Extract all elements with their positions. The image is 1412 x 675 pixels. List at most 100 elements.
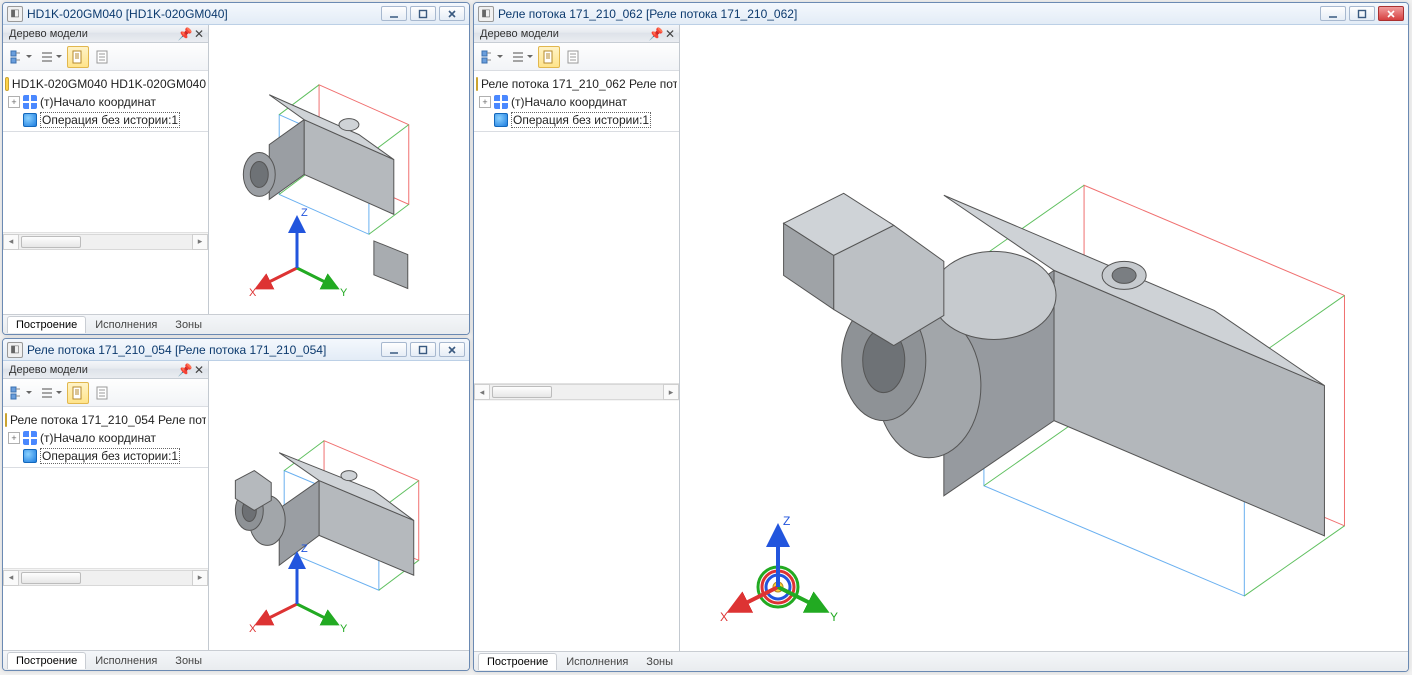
body-icon [494,113,508,127]
tree-root[interactable]: Реле потока 171_210_054 Реле потока 171_… [5,411,206,429]
tool-doc-icon[interactable] [67,382,89,404]
tab-executions[interactable]: Исполнения [86,652,166,669]
tree-area: Реле потока 171_210_062 Реле потока 171_… [474,71,679,132]
axis-z-label: Z [301,207,308,219]
tab-executions[interactable]: Исполнения [86,316,166,333]
tool-tree-icon[interactable] [7,46,35,68]
mdi-window-2: ◧ Реле потока 171_210_054 [Реле потока 1… [2,338,470,671]
tool-sheet-icon[interactable] [562,46,584,68]
tool-doc-icon[interactable] [538,46,560,68]
pin-icon[interactable]: 📌 [649,27,663,41]
tab-build[interactable]: Построение [478,653,557,670]
titlebar[interactable]: ◧ Реле потока 171_210_062 [Реле потока 1… [474,3,1408,25]
svg-text:Y: Y [340,623,348,635]
scroll-right-icon[interactable]: ▸ [192,570,208,586]
scroll-thumb[interactable] [21,236,81,248]
maximize-button[interactable] [410,342,436,357]
expand-icon[interactable]: + [8,432,20,444]
tree-body[interactable]: Операция без истории:1 [476,111,677,129]
axis-gizmo[interactable]: X Y Z [237,524,357,644]
tab-zones[interactable]: Зоны [637,653,682,670]
maximize-button[interactable] [1349,6,1375,21]
panel-title: Дерево модели [480,28,649,40]
origin-icon [494,95,508,109]
window-controls [1320,6,1404,21]
bottom-tabs: Построение Исполнения Зоны [3,650,469,670]
tab-build[interactable]: Построение [7,652,86,669]
window-title: Реле потока 171_210_062 [Реле потока 171… [498,7,1320,21]
tree-origin[interactable]: +(т)Начало координат [476,93,677,111]
minimize-button[interactable] [1320,6,1346,21]
tree-toolbar [3,43,208,71]
tool-tree-icon[interactable] [478,46,506,68]
scroll-thumb[interactable] [492,386,552,398]
scroll-left-icon[interactable]: ◂ [3,570,19,586]
expand-icon[interactable]: + [8,96,20,108]
tree-body[interactable]: Операция без истории:1 [5,111,206,129]
part-icon [5,413,7,427]
part-icon [5,77,9,91]
tool-sheet-icon[interactable] [91,382,113,404]
pin-icon[interactable]: 📌 [178,27,192,41]
pin-icon[interactable]: 📌 [178,363,192,377]
tree-origin[interactable]: +(т)Начало координат [5,93,206,111]
side-blank [3,586,208,650]
scroll-right-icon[interactable]: ▸ [663,384,679,400]
scroll-left-icon[interactable]: ◂ [3,234,19,250]
tool-doc-icon[interactable] [67,46,89,68]
tool-list-icon[interactable] [37,46,65,68]
scroll-thumb[interactable] [21,572,81,584]
maximize-button[interactable] [410,6,436,21]
tree-area: HD1K-020GM040 HD1K-020GM040 +(т)Начало к… [3,71,208,132]
tree-origin[interactable]: +(т)Начало координат [5,429,206,447]
tool-sheet-icon[interactable] [91,46,113,68]
bottom-tabs: Построение Исполнения Зоны [474,651,1408,671]
tool-tree-icon[interactable] [7,382,35,404]
side-blank [3,250,208,314]
tool-list-icon[interactable] [508,46,536,68]
origin-icon [23,431,37,445]
tree-toolbar [3,379,208,407]
titlebar[interactable]: ◧ HD1K-020GM040 [HD1K-020GM040] [3,3,469,25]
tree-hscroll[interactable]: ◂ ▸ [3,232,208,250]
titlebar[interactable]: ◧ Реле потока 171_210_054 [Реле потока 1… [3,339,469,361]
tree-root[interactable]: Реле потока 171_210_062 Реле потока 171_… [476,75,677,93]
tab-zones[interactable]: Зоны [166,652,211,669]
scroll-right-icon[interactable]: ▸ [192,234,208,250]
panel-title: Дерево модели [9,28,178,40]
expand-icon[interactable]: + [479,96,491,108]
tool-list-icon[interactable] [37,382,65,404]
tree-hscroll[interactable]: ◂ ▸ [3,568,208,586]
minimize-button[interactable] [381,6,407,21]
close-button[interactable] [439,342,465,357]
axis-gizmo[interactable]: X Y Z [708,495,848,635]
tree-body[interactable]: Операция без истории:1 [5,447,206,465]
viewport-3d[interactable]: X Y Z [209,361,469,650]
panel-close-icon[interactable]: ✕ [192,27,206,41]
tab-build[interactable]: Построение [7,316,86,333]
viewport-3d[interactable]: X Y Z [680,25,1408,651]
tab-executions[interactable]: Исполнения [557,653,637,670]
window-controls [381,342,465,357]
side-blank [474,401,679,652]
svg-text:Z: Z [301,543,308,555]
tree-hscroll[interactable]: ◂ ▸ [474,383,679,401]
tree-root[interactable]: HD1K-020GM040 HD1K-020GM040 [5,75,206,93]
close-button[interactable] [1378,6,1404,21]
svg-text:X: X [249,623,257,635]
scroll-left-icon[interactable]: ◂ [474,384,490,400]
model-tree-panel: Дерево модели 📌 ✕ Реле потока 171_210_05… [3,361,209,650]
viewport-3d[interactable]: X Y Z [209,25,469,314]
app-icon: ◧ [7,6,23,22]
panel-close-icon[interactable]: ✕ [663,27,677,41]
close-button[interactable] [439,6,465,21]
body-icon [23,449,37,463]
axis-gizmo[interactable]: X Y Z [237,188,357,308]
minimize-button[interactable] [381,342,407,357]
window-title: Реле потока 171_210_054 [Реле потока 171… [27,343,381,357]
content-row: Дерево модели 📌 ✕ Реле потока 171_210_06… [474,25,1408,651]
panel-close-icon[interactable]: ✕ [192,363,206,377]
tab-zones[interactable]: Зоны [166,316,211,333]
app-icon: ◧ [478,6,494,22]
axis-x-label: X [249,287,257,299]
